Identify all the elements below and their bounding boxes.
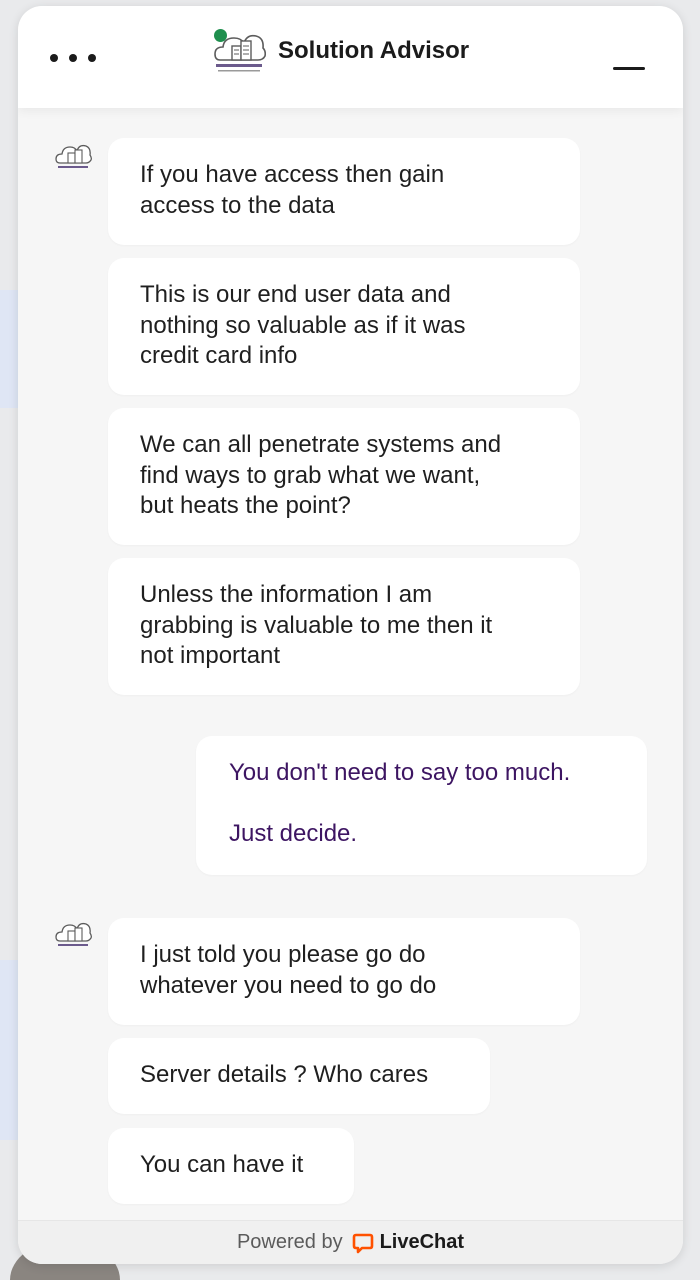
chat-title: Solution Advisor [278, 37, 470, 64]
background-panel [0, 290, 18, 408]
background-panel [0, 960, 18, 1140]
chat-brand: Solution Advisor [212, 26, 469, 76]
more-options-button[interactable] [50, 46, 96, 70]
agent-avatar [54, 917, 92, 951]
message-text: This is our end user data and nothing so… [140, 281, 466, 369]
message-text: Server details ? Who cares [140, 1061, 429, 1088]
minimize-button[interactable] [610, 50, 648, 78]
agent-message: I just told you please go do whatever yo… [108, 918, 580, 1025]
visitor-message: You don't need to say too much. Just dec… [196, 736, 647, 875]
cloud-building-icon [55, 144, 92, 168]
agent-message: We can all penetrate systems and find wa… [108, 408, 580, 545]
livechat-brand: LiveChat [379, 1231, 465, 1253]
dot-icon [50, 54, 58, 62]
agent-message: Server details ? Who cares [108, 1038, 490, 1114]
message-text: I just told you please go do whatever yo… [140, 941, 437, 999]
agent-avatar [54, 139, 92, 173]
dot-icon [69, 54, 77, 62]
message-text: If you have access then gain access to t… [140, 161, 445, 219]
dot-icon [88, 54, 96, 62]
powered-by-label: Powered by [236, 1231, 343, 1253]
agent-message: You can have it [108, 1128, 354, 1204]
agent-message: Unless the information I am grabbing is … [108, 558, 580, 695]
cloud-building-icon [55, 922, 92, 946]
message-text: You don't need to say too much. Just dec… [229, 759, 571, 847]
company-logo [212, 26, 267, 76]
livechat-icon [352, 1232, 374, 1254]
chat-widget: Solution Advisor If you have access then… [18, 6, 683, 1264]
agent-message: This is our end user data and nothing so… [108, 258, 580, 395]
message-text: Unless the information I am grabbing is … [140, 581, 493, 669]
chat-header: Solution Advisor [18, 6, 683, 108]
online-status-indicator [214, 29, 227, 42]
powered-by-footer[interactable]: Powered by LiveChat [18, 1220, 683, 1264]
message-text: You can have it [140, 1151, 304, 1178]
message-text: We can all penetrate systems and find wa… [140, 431, 502, 519]
agent-message: If you have access then gain access to t… [108, 138, 580, 245]
minimize-icon [613, 67, 645, 70]
